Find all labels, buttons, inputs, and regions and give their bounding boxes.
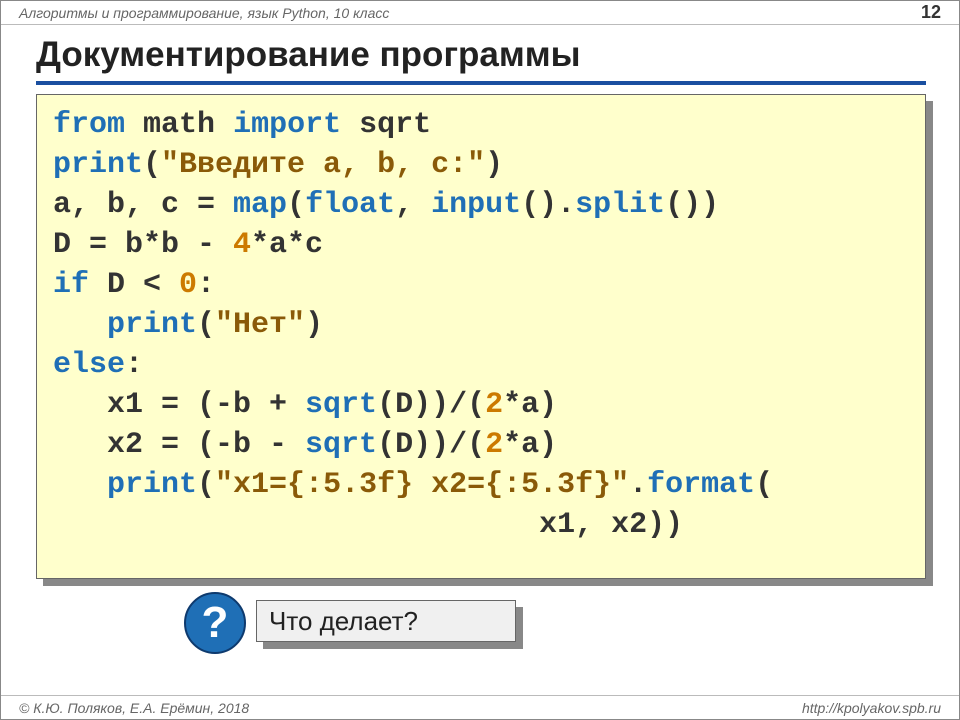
- x1-pre: x1 = (-b +: [53, 388, 305, 422]
- func-sqrt: sqrt: [305, 428, 377, 462]
- keyword-if: if: [53, 268, 89, 302]
- func-split: split: [575, 188, 665, 222]
- func-print: print: [107, 468, 197, 502]
- func-sqrt: sqrt: [305, 388, 377, 422]
- assign-abc: a, b, c =: [53, 188, 233, 222]
- paren: (: [143, 148, 161, 182]
- func-format: format: [647, 468, 755, 502]
- comma: ,: [395, 188, 431, 222]
- paren: ): [485, 148, 503, 182]
- question-text: Что делает?: [269, 606, 418, 637]
- assign-d: D = b*b -: [53, 228, 233, 262]
- paren: (: [197, 468, 215, 502]
- print-args: x1, x2)): [53, 508, 683, 542]
- paren: ): [701, 188, 719, 222]
- paren: ): [305, 308, 323, 342]
- paren: (: [287, 188, 305, 222]
- question-box: Что делает?: [256, 600, 516, 642]
- question-icon: ?: [184, 592, 246, 654]
- dot: .: [557, 188, 575, 222]
- func-float: float: [305, 188, 395, 222]
- page-title: Документирование программы: [36, 35, 581, 75]
- sqrt-d: (D))/(: [377, 388, 485, 422]
- question-mark: ?: [202, 598, 229, 648]
- if-cond: D <: [89, 268, 179, 302]
- number-4: 4: [233, 228, 251, 262]
- string-no: "Нет": [215, 308, 305, 342]
- func-map: map: [233, 188, 287, 222]
- x2-pre: x2 = (-b -: [53, 428, 305, 462]
- ident-sqrt: sqrt: [359, 108, 431, 142]
- indent: [53, 468, 107, 502]
- colon: :: [197, 268, 215, 302]
- number-2: 2: [485, 428, 503, 462]
- keyword-else: else: [53, 348, 125, 382]
- paren: (: [197, 308, 215, 342]
- colon: :: [125, 348, 143, 382]
- func-input: input: [431, 188, 521, 222]
- string-format: "x1={:5.3f} x2={:5.3f}": [215, 468, 629, 502]
- page-number: 12: [921, 2, 941, 23]
- func-print: print: [53, 148, 143, 182]
- string-prompt: "Введите a, b, c:": [161, 148, 485, 182]
- paren: (: [755, 468, 773, 502]
- title-underline: [36, 81, 926, 85]
- paren-pair: (): [521, 188, 557, 222]
- keyword-import: import: [233, 108, 341, 142]
- code-block: from math import sqrt print("Введите a, …: [36, 94, 926, 579]
- header-bar: Алгоритмы и программирование, язык Pytho…: [1, 1, 959, 25]
- sqrt-d: (D))/(: [377, 428, 485, 462]
- star-a-close: *a): [503, 388, 557, 422]
- header-text: Алгоритмы и программирование, язык Pytho…: [19, 5, 389, 21]
- footer-bar: © К.Ю. Поляков, Е.А. Ерёмин, 2018 http:/…: [1, 695, 959, 719]
- indent: [53, 308, 107, 342]
- module-math: math: [143, 108, 215, 142]
- star-a-close: *a): [503, 428, 557, 462]
- paren-pair: (): [665, 188, 701, 222]
- number-2: 2: [485, 388, 503, 422]
- dot: .: [629, 468, 647, 502]
- footer-right: http://kpolyakov.spb.ru: [802, 700, 941, 716]
- slide: Алгоритмы и программирование, язык Pytho…: [0, 0, 960, 720]
- star-ac: *a*c: [251, 228, 323, 262]
- keyword-from: from: [53, 108, 125, 142]
- footer-left: © К.Ю. Поляков, Е.А. Ерёмин, 2018: [19, 700, 249, 716]
- number-0: 0: [179, 268, 197, 302]
- func-print: print: [107, 308, 197, 342]
